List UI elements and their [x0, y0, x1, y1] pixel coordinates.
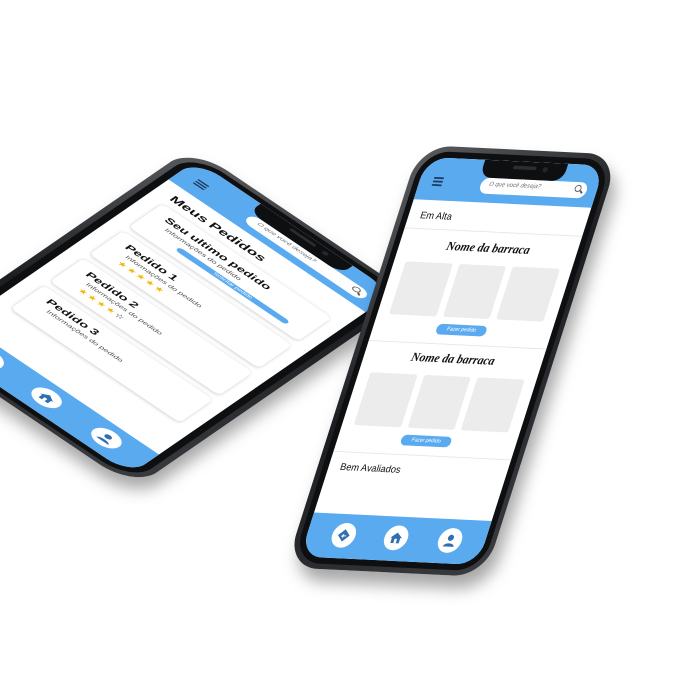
nav-home-button[interactable] — [380, 525, 412, 551]
bottom-nav — [300, 512, 492, 566]
camera — [541, 167, 549, 173]
search-input[interactable]: O que você deseja? — [477, 177, 590, 199]
menu-icon[interactable] — [431, 176, 445, 187]
divider — [368, 340, 547, 350]
image-placeholder[interactable] — [407, 374, 472, 430]
store-gallery — [388, 261, 561, 322]
home-icon — [38, 393, 54, 404]
image-placeholder[interactable] — [353, 372, 418, 428]
speaker — [512, 165, 537, 171]
user-icon — [442, 534, 454, 547]
user-icon — [96, 434, 112, 445]
image-placeholder[interactable] — [442, 263, 507, 320]
image-placeholder[interactable] — [461, 377, 525, 433]
trending-label: Em Alta — [418, 210, 454, 223]
order-button[interactable]: Fazer pedido — [434, 323, 488, 337]
stores-screen: O que você deseja? Em Alta Nome da barra… — [300, 156, 605, 566]
order-button[interactable]: Fazer pedido — [399, 434, 453, 448]
store-gallery — [353, 372, 525, 433]
home-icon — [390, 532, 402, 544]
nav-map-button[interactable] — [328, 522, 360, 549]
phone-stores: O que você deseja? Em Alta Nome da barra… — [285, 145, 620, 577]
camera — [320, 250, 330, 257]
menu-icon[interactable] — [192, 178, 210, 191]
map-icon — [0, 350, 2, 368]
rated-label: Bem Avaliados — [338, 462, 403, 476]
map-icon — [338, 529, 350, 542]
divider — [333, 450, 512, 461]
store-name: Nome da barraca — [409, 351, 497, 369]
nav-profile-button[interactable] — [434, 527, 466, 554]
divider — [404, 227, 583, 237]
nav-profile-button[interactable] — [85, 423, 128, 453]
nav-home-button[interactable] — [25, 383, 68, 413]
image-placeholder[interactable] — [388, 261, 453, 317]
image-placeholder[interactable] — [496, 266, 561, 322]
store-name: Nome da barraca — [444, 240, 532, 258]
search-icon[interactable] — [350, 285, 363, 294]
nav-map-button[interactable] — [0, 344, 10, 374]
search-icon[interactable] — [573, 184, 583, 193]
search-placeholder: O que você deseja? — [488, 181, 542, 191]
